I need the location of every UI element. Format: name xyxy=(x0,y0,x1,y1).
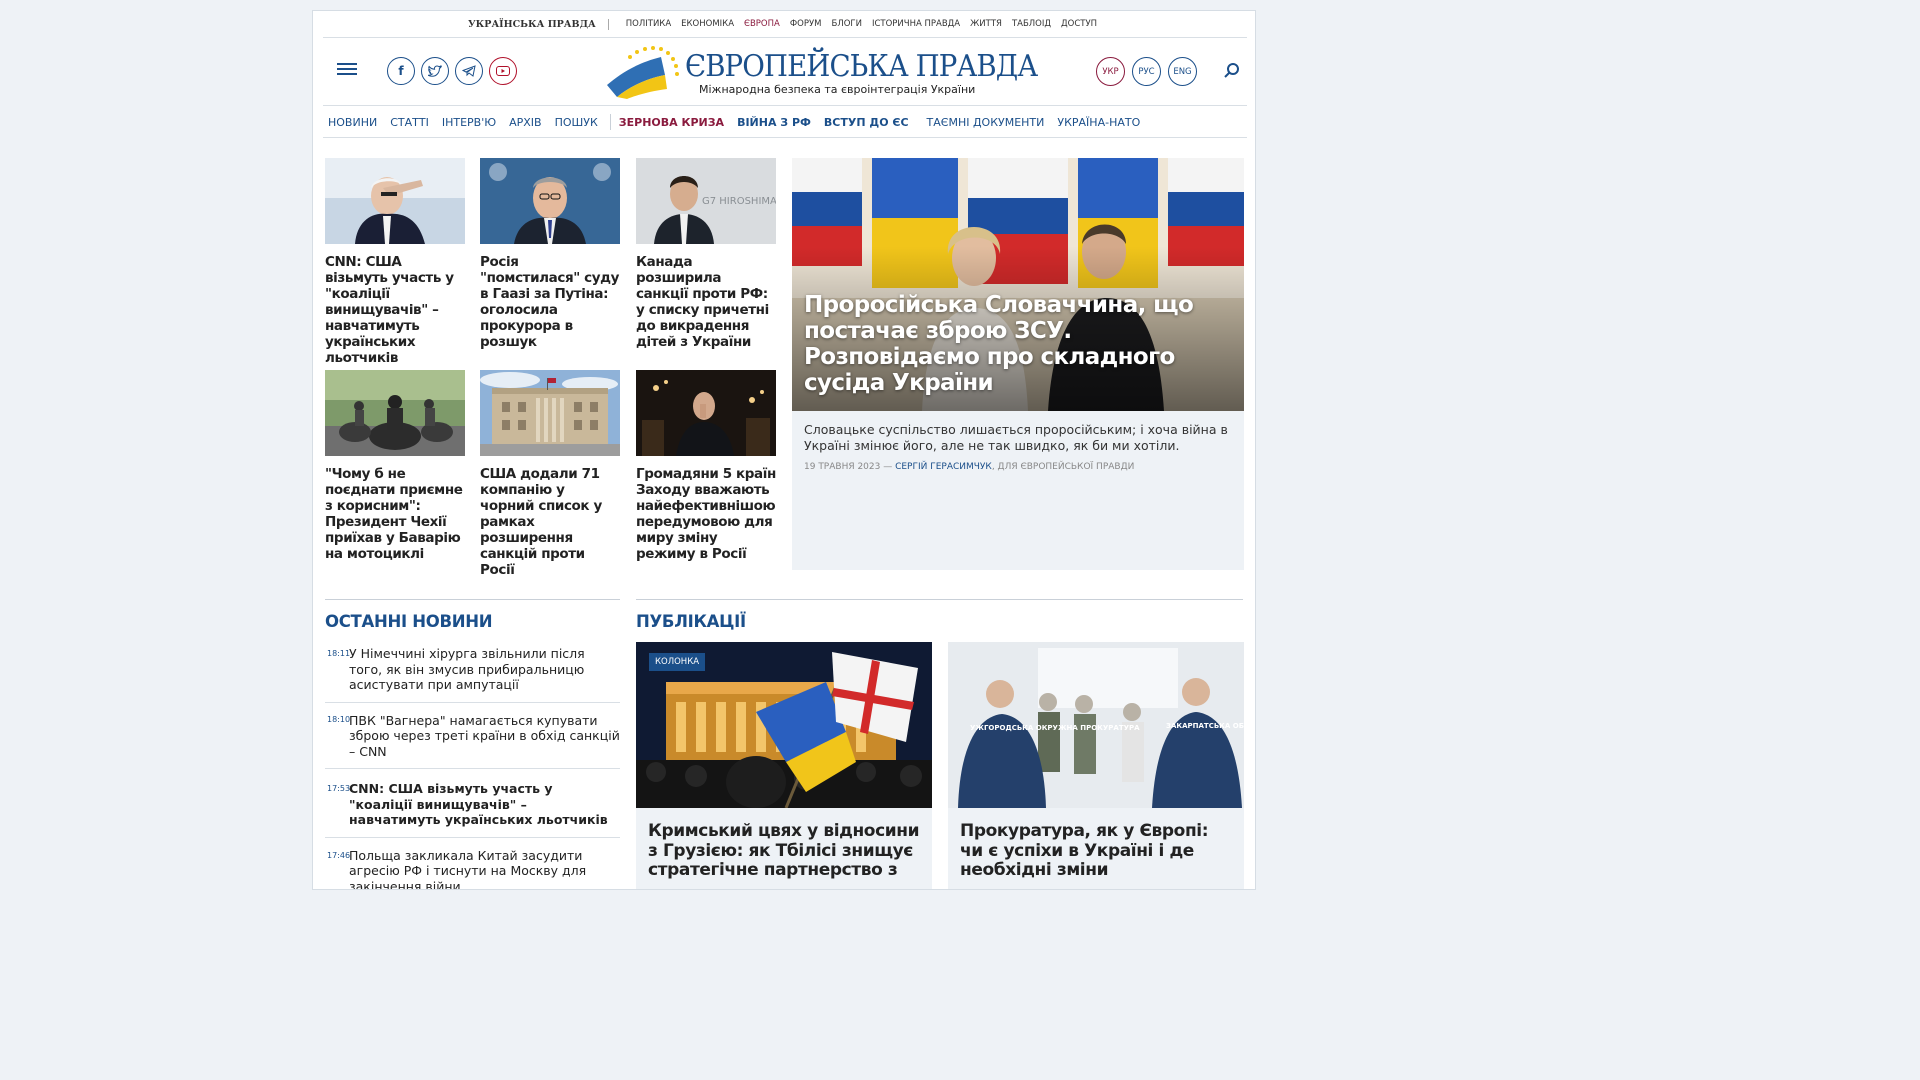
news-time: 18:10 xyxy=(327,714,351,724)
news-time: 17:46 xyxy=(327,850,351,860)
card-title[interactable]: "Чому б не поєднати приємне з корисним":… xyxy=(325,466,465,562)
telegram-icon[interactable] xyxy=(455,57,483,85)
publication-image: УЖГОРОДСЬКА ОКРУЖНА ПРОКУРАТУРА ЗАКАРПАТ… xyxy=(948,642,1244,808)
card-image xyxy=(480,158,620,244)
card-image-text: G7 HIROSHIMA xyxy=(702,196,776,207)
publications-title[interactable]: ПУБЛІКАЦІЇ xyxy=(636,612,1243,631)
publication-title[interactable]: Кримський цвях у відносини з Грузією: як… xyxy=(636,808,932,881)
news-text[interactable]: CNN: США візьмуть участь у "коаліції вин… xyxy=(349,781,620,828)
news-list-item[interactable]: 18:11 У Німеччині хірурга звільнили післ… xyxy=(325,639,620,703)
top-link-politics[interactable]: ПОЛІТИКА xyxy=(626,19,671,29)
publications: ПУБЛІКАЦІЇ КОЛОНКА Кримський цвях у відн… xyxy=(636,599,1244,889)
top-link-history[interactable]: ІСТОРИЧНА ПРАВДА xyxy=(872,19,960,29)
vest-text-right: ЗАКАРПАТСЬКА ОБЛАСНА ПРОКУРАТУРА xyxy=(1166,722,1244,730)
publication-image: КОЛОНКА xyxy=(636,642,932,808)
card-image xyxy=(480,370,620,456)
nav-archive[interactable]: АРХІВ xyxy=(509,116,541,129)
news-list-item[interactable]: 17:53 CNN: США візьмуть участь у "коаліц… xyxy=(325,769,620,838)
news-list-item[interactable]: 18:10 ПВК "Вагнера" намагається купувати… xyxy=(325,703,620,769)
nav-eu-accession[interactable]: ВСТУП ДО ЄС xyxy=(824,116,909,129)
card-image xyxy=(636,370,776,456)
card-image xyxy=(325,158,465,244)
latest-news-title[interactable]: ОСТАННІ НОВИНИ xyxy=(325,612,620,631)
lang-ukr-button[interactable]: УКР xyxy=(1096,57,1125,86)
facebook-icon[interactable]: f xyxy=(387,57,415,85)
nav-articles[interactable]: СТАТТІ xyxy=(390,116,429,129)
top-link-europe[interactable]: ЄВРОПА xyxy=(744,19,780,29)
publication-card[interactable]: КОЛОНКА Кримський цвях у відносини з Гру… xyxy=(636,642,932,889)
vest-text-left: УЖГОРОДСЬКА ОКРУЖНА ПРОКУРАТУРА xyxy=(970,724,1140,732)
news-card[interactable]: Росія "помстилася" суду в Гаазі за Путін… xyxy=(480,158,620,350)
top-link-economy[interactable]: ЕКОНОМІКА xyxy=(681,19,734,29)
page-container: УКРАЇНСЬКА ПРАВДА ПОЛІТИКА ЕКОНОМІКА ЄВР… xyxy=(312,10,1256,890)
column-badge[interactable]: КОЛОНКА xyxy=(649,653,706,671)
feature-lead: Словацьке суспільство лишається проросій… xyxy=(804,422,1228,453)
news-time: 18:11 xyxy=(327,649,351,658)
news-card[interactable]: США додали 71 компанію у чорний список у… xyxy=(480,370,620,578)
nav-interviews[interactable]: ІНТЕРВ'Ю xyxy=(442,116,496,129)
nav-divider xyxy=(609,114,611,130)
site-logo[interactable]: ЄВРОПЕЙСЬКА ПРАВДА Міжнародна безпека та… xyxy=(601,45,1038,101)
card-image xyxy=(325,370,465,456)
card-title[interactable]: Канада розширила санкції проти РФ: у спи… xyxy=(636,254,776,350)
menu-icon[interactable] xyxy=(337,63,357,77)
top-strip: УКРАЇНСЬКА ПРАВДА ПОЛІТИКА ЕКОНОМІКА ЄВР… xyxy=(323,11,1247,38)
logo-subtitle: Міжнародна безпека та євроінтеграція Укр… xyxy=(699,83,976,96)
main-nav: НОВИНИ СТАТТІ ІНТЕРВ'Ю АРХІВ ПОШУК ЗЕРНО… xyxy=(323,107,1247,138)
news-card[interactable]: CNN: США візьмуть участь у "коаліції вин… xyxy=(325,158,465,366)
feature-meta: 19 ТРАВНЯ 2023 — СЕРГІЙ ГЕРАСИМЧУК, ДЛЯ … xyxy=(804,462,1134,472)
lang-rus-button[interactable]: РУС xyxy=(1132,57,1161,86)
nav-ukraine-nato[interactable]: УКРАЇНА-НАТО xyxy=(1057,116,1140,129)
publication-card[interactable]: УЖГОРОДСЬКА ОКРУЖНА ПРОКУРАТУРА ЗАКАРПАТ… xyxy=(948,642,1244,889)
news-card[interactable]: "Чому б не поєднати приємне з корисним":… xyxy=(325,370,465,562)
feature-title[interactable]: Проросійська Словаччина, що постачає збр… xyxy=(804,292,1224,396)
nav-news[interactable]: НОВИНИ xyxy=(328,116,377,129)
top-link-access[interactable]: ДОСТУП xyxy=(1061,19,1097,29)
news-text[interactable]: ПВК "Вагнера" намагається купувати зброю… xyxy=(349,713,620,760)
logo-title: ЄВРОПЕЙСЬКА ПРАВДА xyxy=(685,49,1038,84)
news-list-item[interactable]: 17:46 Польща закликала Китай засудити аг… xyxy=(325,838,620,890)
youtube-icon[interactable] xyxy=(489,57,517,85)
publication-title[interactable]: Прокуратура, як у Європі: чи є успіхи в … xyxy=(948,808,1244,881)
top-link-tabloid[interactable]: ТАБЛОІД xyxy=(1012,19,1051,29)
feature-date: 19 ТРАВНЯ 2023 — xyxy=(804,462,896,472)
card-image: G7 HIROSHIMA xyxy=(636,158,776,244)
feature-author[interactable]: СЕРГІЙ ГЕРАСИМЧУК xyxy=(895,462,992,472)
search-icon[interactable] xyxy=(1223,62,1241,80)
nav-secret-docs[interactable]: ТАЄМНІ ДОКУМЕНТИ xyxy=(927,116,1045,129)
news-card[interactable]: Громадяни 5 країн Заходу вважають найефе… xyxy=(636,370,776,562)
news-card[interactable]: G7 HIROSHIMA Канада розширила санкції пр… xyxy=(636,158,776,350)
news-time: 17:53 xyxy=(327,784,351,793)
feature-source: , ДЛЯ ЄВРОПЕЙСЬКОЇ ПРАВДИ xyxy=(991,462,1135,472)
nav-war-russia[interactable]: ВІЙНА З РФ xyxy=(737,116,811,129)
nav-grain-crisis[interactable]: ЗЕРНОВА КРИЗА xyxy=(619,116,724,129)
card-title[interactable]: США додали 71 компанію у чорний список у… xyxy=(480,466,620,578)
feature-article[interactable]: Проросійська Словаччина, що постачає збр… xyxy=(792,158,1244,570)
top-link-life[interactable]: ЖИТТЯ xyxy=(970,19,1002,29)
news-text[interactable]: Польща закликала Китай засудити агресію … xyxy=(349,848,620,890)
logo-emblem-icon xyxy=(607,46,679,99)
card-title[interactable]: Громадяни 5 країн Заходу вважають найефе… xyxy=(636,466,776,562)
lang-eng-button[interactable]: ENG xyxy=(1168,57,1197,86)
card-title[interactable]: Росія "помстилася" суду в Гаазі за Путін… xyxy=(480,254,620,350)
news-text[interactable]: У Німеччині хірурга звільнили після того… xyxy=(349,646,620,693)
up-brand-link[interactable]: УКРАЇНСЬКА ПРАВДА xyxy=(468,18,609,30)
twitter-icon[interactable] xyxy=(421,57,449,85)
top-link-forum[interactable]: ФОРУМ xyxy=(790,19,822,29)
top-link-blogs[interactable]: БЛОГИ xyxy=(831,19,861,29)
latest-news: ОСТАННІ НОВИНИ 18:11 У Німеччині хірурга… xyxy=(325,599,620,890)
site-header: f ЄВРОПЕЙСЬКА ПРАВДА Міжнародна безпека … xyxy=(323,39,1247,106)
nav-search[interactable]: ПОШУК xyxy=(555,116,598,129)
card-title[interactable]: CNN: США візьмуть участь у "коаліції вин… xyxy=(325,254,465,366)
